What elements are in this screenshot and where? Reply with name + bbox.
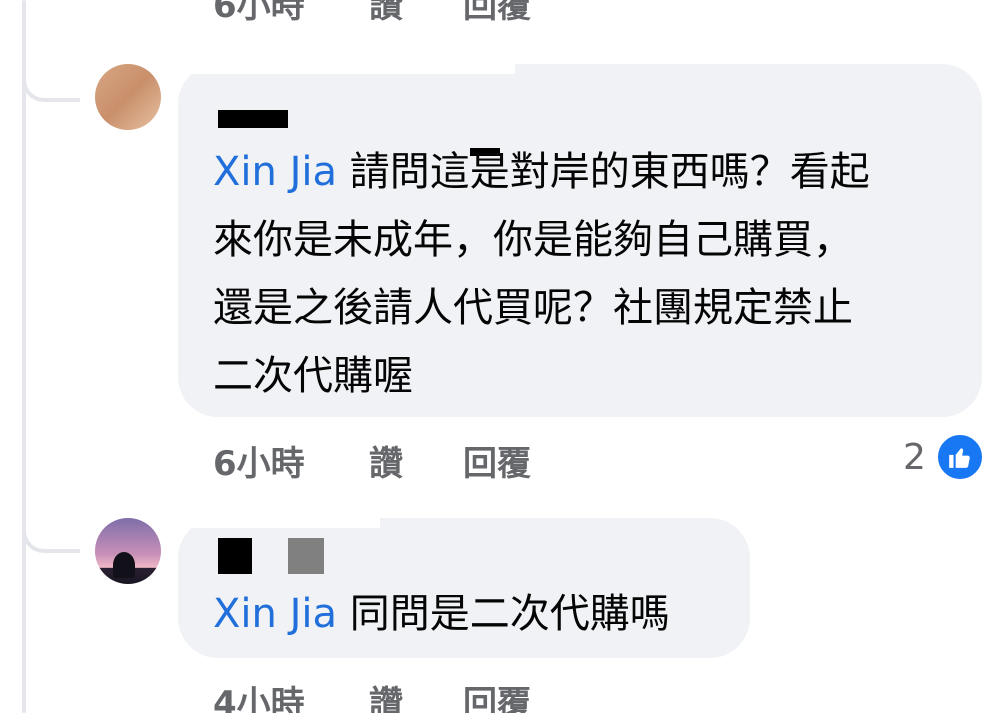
comment-time[interactable]: 6小時 <box>213 0 369 27</box>
comment-text: Xin Jia 請問這是對岸的東西嗎？看起 來你是未成年，你是能夠自己購買， 還… <box>213 138 870 410</box>
comment-line: 還是之後請人代買呢？社團規定禁止 <box>213 285 853 331</box>
comment-line: 來你是未成年，你是能夠自己購買， <box>213 217 853 263</box>
redacted-name <box>218 110 288 128</box>
comment-time[interactable]: 6小時 <box>213 436 369 485</box>
thumbs-up-icon <box>935 433 984 481</box>
redaction-mask <box>290 28 330 36</box>
reply-button[interactable]: 回覆 <box>463 0 531 27</box>
avatar[interactable] <box>95 518 161 584</box>
comment-line: 同問是二次代購嗎 <box>349 591 670 637</box>
comment-actions: 6小時 讚 回覆 <box>213 0 531 27</box>
like-button[interactable]: 讚 <box>369 676 463 713</box>
redaction-mask <box>170 60 515 74</box>
thread-connector <box>22 513 80 553</box>
redacted-name <box>288 538 324 574</box>
mention-link[interactable]: Xin Jia <box>213 591 337 637</box>
redacted-name <box>218 538 252 574</box>
thread-line <box>22 0 26 713</box>
mention-link[interactable]: Xin Jia <box>213 149 337 195</box>
comment-text: Xin Jia 同問是二次代購嗎 <box>213 580 670 648</box>
reaction-summary[interactable]: 2 <box>903 433 984 481</box>
like-button[interactable]: 讚 <box>369 0 463 27</box>
comment-actions: 6小時 讚 回覆 <box>213 436 531 485</box>
comment-thread: 6小時 讚 回覆 Xin Jia 請問這是對岸的東西嗎？看起 來你是未成年，你是… <box>0 0 994 713</box>
comment-time[interactable]: 4小時 <box>213 676 369 713</box>
redaction-mask <box>170 514 380 528</box>
comment-actions: 4小時 讚 回覆 <box>213 676 531 713</box>
like-button[interactable]: 讚 <box>369 436 463 485</box>
comment-line: 請問這是對岸的東西嗎？看起 <box>349 149 870 195</box>
avatar[interactable] <box>95 64 161 130</box>
reply-button[interactable]: 回覆 <box>463 436 531 485</box>
reply-button[interactable]: 回覆 <box>463 676 531 713</box>
reaction-count: 2 <box>903 436 926 478</box>
thread-connector <box>22 62 80 102</box>
comment-line: 二次代購喔 <box>213 353 413 399</box>
